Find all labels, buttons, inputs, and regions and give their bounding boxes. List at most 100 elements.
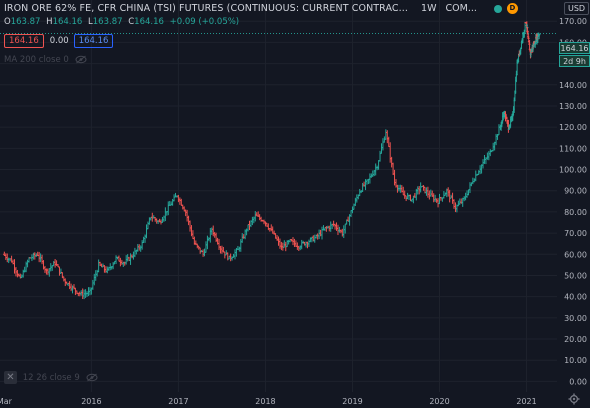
ohlc-bar-down bbox=[332, 220, 335, 227]
ohlc-bar-up bbox=[166, 201, 170, 216]
ohlc-bar-down bbox=[40, 254, 44, 265]
ohlc-bar-down bbox=[325, 226, 328, 232]
ohlc-bar-down bbox=[117, 255, 121, 262]
ohlc-bar-up bbox=[108, 263, 112, 271]
ohlc-bar-up bbox=[487, 151, 491, 161]
y-tick-label: 80.00 bbox=[564, 208, 587, 217]
ohlc-bar-up bbox=[206, 235, 209, 250]
ohlc-bar-down bbox=[426, 186, 430, 198]
ohlc-bar-up bbox=[468, 182, 472, 194]
ohlc-bar-up bbox=[129, 253, 132, 265]
close-icon[interactable]: ✕ bbox=[4, 371, 17, 384]
symbol-title[interactable]: IRON ORE 62% FE, CFR CHINA (TSI) FUTURES… bbox=[4, 3, 408, 14]
ohlc-bar-down bbox=[120, 259, 124, 265]
ohlc-bar-down bbox=[81, 288, 84, 300]
currency-button[interactable]: USD bbox=[564, 2, 590, 15]
ohlc-bar-up bbox=[82, 289, 86, 300]
ohlc-bar-up bbox=[52, 261, 55, 267]
delayed-badge[interactable]: D bbox=[506, 3, 518, 14]
ohlc-bar-down bbox=[391, 162, 395, 175]
ohlc-bar-up bbox=[486, 152, 489, 160]
macd-indicator-legend[interactable]: ✕ 12 26 close 9 bbox=[4, 371, 98, 384]
ohlc-bar-down bbox=[267, 223, 270, 231]
ohlc-bar-up bbox=[240, 233, 244, 243]
y-tick-label: 120.00 bbox=[559, 123, 587, 132]
y-tick-label: 40.00 bbox=[564, 293, 587, 302]
y-tick-label: 20.00 bbox=[564, 335, 587, 344]
ohlc-bar-up bbox=[433, 194, 437, 202]
x-tick-label: 2017 bbox=[168, 397, 188, 406]
macd-indicator-label: 12 26 close 9 bbox=[22, 373, 80, 383]
hidden-eye-icon[interactable] bbox=[86, 373, 98, 382]
high-value: 164.16 bbox=[52, 17, 83, 27]
ohlc-bar-down bbox=[53, 259, 57, 268]
bar-countdown-label: 2d 9h bbox=[559, 55, 590, 67]
ohlc-bar-up bbox=[283, 240, 286, 248]
ohlc-bar-up bbox=[384, 129, 388, 140]
x-tick-label: 2019 bbox=[342, 397, 362, 406]
last-price-label: 164.16 bbox=[559, 42, 590, 54]
ohlc-bar-down bbox=[306, 241, 309, 249]
order-buttons: 164.16 0.00 164.16 bbox=[4, 34, 114, 48]
ohlc-bar-down bbox=[211, 225, 215, 237]
ohlc-bar-down bbox=[191, 230, 195, 240]
ohlc-bar-up bbox=[438, 193, 441, 205]
ohlc-bar-up bbox=[142, 236, 145, 244]
ohlc-bar-up bbox=[210, 227, 214, 235]
price-axis[interactable]: 0.00 10.00 20.00 30.00 40.00 50.00 60.00 70.00 8… bbox=[559, 17, 587, 386]
ohlc-bar-down bbox=[428, 190, 431, 200]
ohlc-bar-up bbox=[368, 173, 372, 184]
ohlc-bar-down bbox=[201, 249, 205, 257]
interval-label[interactable]: 1W bbox=[421, 3, 436, 14]
ohlc-bar-down bbox=[220, 245, 224, 254]
ohlc-bar-down bbox=[178, 197, 182, 205]
y-tick-label: 140.00 bbox=[559, 81, 587, 90]
ohlc-bar-down bbox=[269, 224, 273, 232]
ohlc-bar-up bbox=[204, 241, 208, 253]
hidden-eye-icon[interactable] bbox=[75, 55, 87, 64]
ohlc-bar-down bbox=[180, 198, 183, 206]
time-axis[interactable]: Mar 2016 2017 2018 2019 2020 2021 bbox=[0, 397, 537, 406]
ohlc-bar-down bbox=[13, 259, 16, 274]
ohlc-readout: O163.87 H164.16 L163.87 C164.16 +0.09 (+… bbox=[4, 17, 242, 27]
ohlc-bar-down bbox=[45, 268, 48, 275]
ohlc-bar-up bbox=[342, 225, 346, 239]
sell-button[interactable]: 164.16 bbox=[4, 34, 44, 48]
ohlc-bar-up bbox=[238, 246, 241, 252]
x-tick-label: 2020 bbox=[429, 397, 449, 406]
ohlc-bar-up bbox=[171, 198, 174, 206]
spread-value: 0.00 bbox=[49, 36, 69, 46]
ohlc-bar-up bbox=[23, 266, 26, 273]
ohlc-bar-up bbox=[494, 133, 498, 146]
ohlc-bar-down bbox=[403, 190, 406, 199]
y-tick-label: 10.00 bbox=[564, 356, 587, 365]
ma-indicator-label: MA 200 close 0 bbox=[4, 55, 69, 65]
chart-legend[interactable]: IRON ORE 62% FE, CFR CHINA (TSI) FUTURES… bbox=[4, 3, 524, 14]
y-tick-label: 130.00 bbox=[559, 102, 587, 111]
ohlc-bar-up bbox=[246, 224, 250, 232]
ohlc-bar-up bbox=[253, 211, 257, 222]
ohlc-bar-down bbox=[346, 216, 350, 222]
ohlc-bar-up bbox=[477, 170, 480, 176]
ohlc-bar-down bbox=[387, 136, 391, 148]
market-status-icon[interactable] bbox=[493, 4, 502, 13]
buy-button[interactable]: 164.16 bbox=[73, 34, 114, 48]
ohlc-bar-down bbox=[333, 223, 337, 230]
ohlc-bar-down bbox=[219, 245, 222, 254]
ohlc-bar-up bbox=[97, 259, 100, 273]
ohlc-bar-up bbox=[329, 221, 333, 232]
ohlc-bar-down bbox=[62, 276, 66, 282]
ohlc-bar-down bbox=[69, 283, 73, 292]
price-chart[interactable]: 0.00 10.00 20.00 30.00 40.00 50.00 60.00 70.00 8… bbox=[0, 0, 590, 408]
exchange-label: COM... bbox=[445, 3, 477, 14]
ma-indicator-legend[interactable]: MA 200 close 0 bbox=[4, 55, 87, 65]
ohlc-bar-up bbox=[474, 170, 478, 182]
ohlc-bar-up bbox=[462, 196, 466, 202]
settings-gear-icon[interactable] bbox=[568, 393, 580, 405]
ohlc-bar-up bbox=[88, 287, 92, 296]
ohlc-bar-up bbox=[349, 210, 353, 218]
ohlc-bar-up bbox=[458, 198, 462, 205]
ohlc-bar-up bbox=[307, 239, 311, 247]
ohlc-bar-up bbox=[101, 263, 105, 268]
ohlc-bar-up bbox=[145, 224, 148, 239]
